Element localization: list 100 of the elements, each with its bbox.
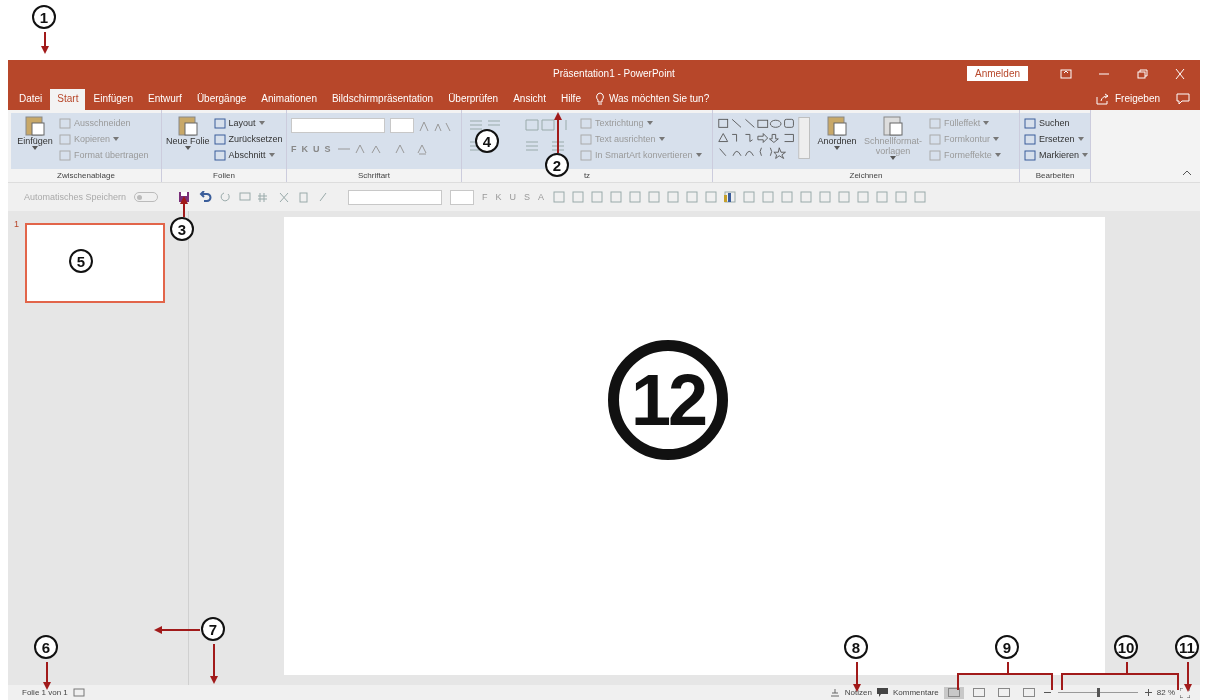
ribbon-tab[interactable]: Ansicht — [506, 89, 553, 110]
callout-arrow — [554, 112, 562, 154]
fit-slide-icon[interactable] — [1180, 687, 1190, 698]
ribbon-tab[interactable]: Übergänge — [189, 89, 254, 110]
square-icon — [1024, 149, 1036, 161]
button-label: Einfügen — [17, 136, 53, 146]
ribbon-group-label: Folien — [212, 170, 236, 182]
callout-arrow — [180, 196, 188, 218]
ribbon-button[interactable]: Zurücksetzen — [213, 132, 283, 146]
button-label: Formkontur — [944, 134, 990, 144]
callout-arrow — [210, 643, 218, 684]
square-icon — [580, 149, 592, 161]
button-label: In SmartArt konvertieren — [595, 150, 693, 160]
format-toggle[interactable]: S — [524, 192, 531, 202]
close-icon[interactable] — [1174, 68, 1186, 79]
square-icon — [59, 149, 71, 161]
format-toggle[interactable]: K — [301, 144, 308, 154]
ribbon-button[interactable]: Layout — [213, 116, 283, 130]
slide-thumbnail[interactable] — [25, 223, 165, 303]
square-icon — [213, 149, 226, 161]
share-button[interactable]: Freigeben — [1109, 93, 1176, 110]
restore-icon[interactable] — [1136, 68, 1148, 79]
ribbon-tab[interactable]: Entwurf — [140, 89, 189, 110]
document-icon — [826, 116, 848, 136]
lightbulb-icon — [594, 92, 605, 105]
square-icon — [213, 133, 226, 145]
ribbon-tab[interactable]: Start — [50, 89, 86, 110]
document-icon — [176, 116, 199, 136]
square-icon — [59, 117, 71, 129]
autosave-label: Automatisches Speichern — [24, 192, 127, 202]
square-icon — [929, 133, 941, 145]
button-label: Schnellformat-vorlagen — [863, 136, 923, 156]
notes-button[interactable]: Notizen — [844, 688, 872, 697]
button-label: Anordnen — [817, 136, 857, 146]
ribbon-button[interactable]: Ersetzen — [1024, 132, 1088, 146]
square-icon — [1024, 133, 1036, 145]
format-toggle[interactable]: U — [313, 144, 320, 154]
square-icon — [213, 117, 226, 129]
square-icon — [929, 149, 941, 161]
document-icon — [882, 116, 904, 136]
zoom-slider[interactable] — [1096, 688, 1100, 697]
ribbon-tab[interactable]: Bildschirmpräsentation — [324, 89, 441, 110]
document-icon — [24, 116, 46, 136]
accessibility-icon[interactable] — [72, 688, 85, 697]
comment-icon[interactable] — [876, 688, 888, 697]
button-label: Zurücksetzen — [228, 134, 283, 144]
callout-arrow — [853, 661, 861, 692]
button-label: Fülleffekt — [944, 118, 981, 128]
window-title: Präsentation1 - PowerPoint — [553, 68, 675, 79]
square-icon — [1024, 117, 1036, 129]
ribbon-tab[interactable]: Hilfe — [553, 89, 588, 110]
collapse-ribbon-icon[interactable] — [1182, 170, 1192, 176]
square-icon — [59, 133, 71, 145]
square-icon — [580, 133, 592, 145]
ribbon-large-button[interactable]: Anordnen — [817, 116, 857, 150]
button-label: Text ausrichten — [595, 134, 656, 144]
ribbon-button[interactable]: Abschnitt — [213, 148, 283, 162]
shapes-gallery[interactable] — [717, 116, 813, 160]
button-label: Ersetzen — [1039, 134, 1075, 144]
button-label: Layout — [228, 118, 256, 128]
ribbon-tab[interactable]: Datei — [12, 89, 50, 110]
slide-counter: Folie 1 von 1 — [22, 688, 68, 697]
zoom-out-icon[interactable] — [1043, 689, 1051, 696]
ribbon-display-icon[interactable] — [1060, 68, 1072, 79]
save-icon[interactable] — [178, 191, 191, 203]
ribbon-tab[interactable]: Animationen — [254, 89, 324, 110]
tell-me-search[interactable]: Was möchten Sie tun? — [608, 93, 710, 110]
ribbon-large-button[interactable]: Neue Folie — [166, 116, 210, 150]
undo-icon[interactable] — [198, 191, 213, 203]
view-button[interactable] — [943, 686, 964, 699]
ribbon-group-label: tz — [582, 170, 592, 182]
font-size-icon[interactable] — [419, 119, 453, 132]
comments-button[interactable]: Kommentare — [892, 688, 939, 697]
button-label: Kopieren — [74, 134, 111, 144]
callout-arrow — [1184, 661, 1192, 692]
comment-icon[interactable] — [1176, 93, 1190, 105]
callout-arrow — [41, 31, 49, 54]
ribbon-large-button[interactable]: Einfügen — [15, 116, 55, 150]
button-label: Textrichtung — [595, 118, 644, 128]
button-label: Suchen — [1039, 118, 1070, 128]
button-label: Neue Folie — [166, 136, 210, 146]
ribbon-tab[interactable]: Überprüfen — [441, 89, 506, 110]
button-label: Format übertragen — [74, 150, 149, 160]
ribbon-button[interactable]: Suchen — [1024, 116, 1088, 130]
slide-number: 1 — [14, 219, 19, 231]
ribbon-tab[interactable]: Einfügen — [86, 89, 140, 110]
button-label: Formeffekte — [944, 150, 992, 160]
button-label: Abschnitt — [228, 150, 266, 160]
callout-arrow — [43, 661, 51, 690]
ribbon-button[interactable]: Markieren — [1024, 148, 1088, 162]
zoom-in-icon[interactable] — [1144, 689, 1152, 696]
notes-icon[interactable] — [829, 688, 840, 697]
format-toggle[interactable]: S — [324, 144, 331, 154]
ribbon-group-label: Zwischenablage — [56, 170, 116, 182]
share-icon[interactable] — [1095, 93, 1110, 105]
sign-in-button[interactable]: Anmelden — [966, 66, 1028, 81]
button-label: Markieren — [1039, 150, 1079, 160]
button-label: Ausschneiden — [74, 118, 131, 128]
square-icon — [580, 117, 592, 129]
zoom-level[interactable]: 82 % — [1156, 688, 1175, 697]
